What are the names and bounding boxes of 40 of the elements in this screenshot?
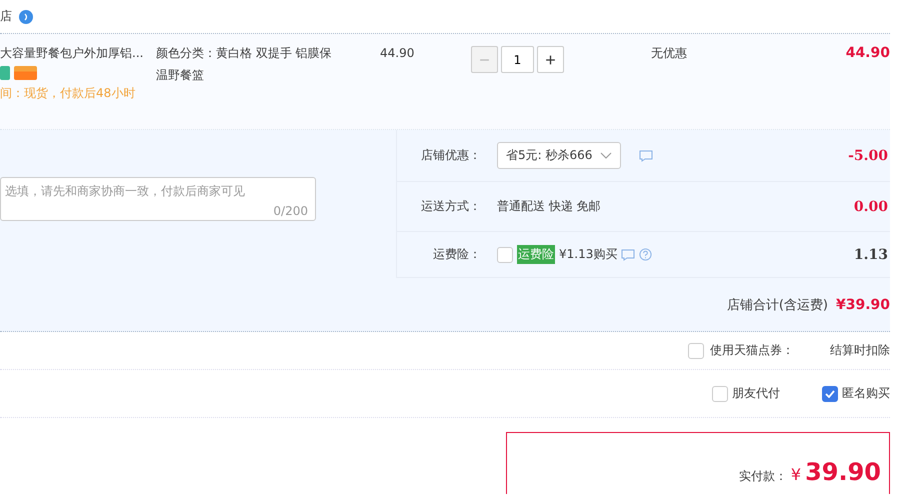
delivery-time: 间：现货，付款后48小时 <box>0 85 136 102</box>
option-label: 店铺优惠： <box>420 147 481 164</box>
plus-button[interactable]: + <box>537 46 564 73</box>
unit-price: 44.90 <box>380 45 414 62</box>
checkbox[interactable] <box>497 246 513 262</box>
checkbox[interactable] <box>688 342 704 358</box>
product-title[interactable]: 大容量野餐包户外加厚铝... <box>0 44 144 62</box>
coupon-select[interactable]: 省5元: 秒杀666 <box>497 142 622 169</box>
option-amount: -5.00 <box>848 148 889 164</box>
option-label: 运送方式： <box>420 198 481 215</box>
comment-icon[interactable] <box>621 248 636 260</box>
comment-icon[interactable] <box>639 150 654 162</box>
sku-text: 温野餐篮 <box>156 67 204 84</box>
help-icon[interactable] <box>639 248 652 261</box>
chat-bubble-icon[interactable] <box>18 8 34 24</box>
points-note: 结算时扣除 <box>830 342 890 359</box>
currency-sign: ¥ <box>790 465 802 484</box>
pay-label: 实付款： <box>738 468 787 485</box>
option-label: 运费险： <box>432 246 481 263</box>
checkmark-icon <box>825 390 835 398</box>
sku-text: 颜色分类：黄白格 双提手 铝膜保 <box>156 45 332 62</box>
char-counter: 0/200 <box>273 204 308 218</box>
option-amount: 0.00 <box>854 198 889 214</box>
pay-amount: 39.90 <box>805 458 881 486</box>
item-total: 44.90 <box>846 44 890 62</box>
quantity-field[interactable]: 1 <box>501 46 534 73</box>
chevron-down-icon <box>600 152 612 160</box>
points-label: 使用天猫点券： <box>710 342 794 359</box>
shipping-method: 普通配送 快递 免邮 <box>497 198 601 215</box>
pay-option-label: 朋友代付 <box>732 385 780 402</box>
pay-option-label: 匿名购买 <box>842 385 890 402</box>
checkbox[interactable] <box>712 386 728 402</box>
discount-text: 无优惠 <box>651 45 687 62</box>
insurance-price: ¥1.13购买 <box>559 246 618 263</box>
shop-total-label: 店铺合计(含运费) <box>726 296 828 314</box>
checkbox[interactable] <box>822 386 838 402</box>
option-amount: 1.13 <box>854 246 889 262</box>
insurance-tag: 运费险 <box>517 245 555 264</box>
shop-total-value: ¥39.90 <box>836 296 890 312</box>
shop-name[interactable]: 店 <box>0 8 12 25</box>
